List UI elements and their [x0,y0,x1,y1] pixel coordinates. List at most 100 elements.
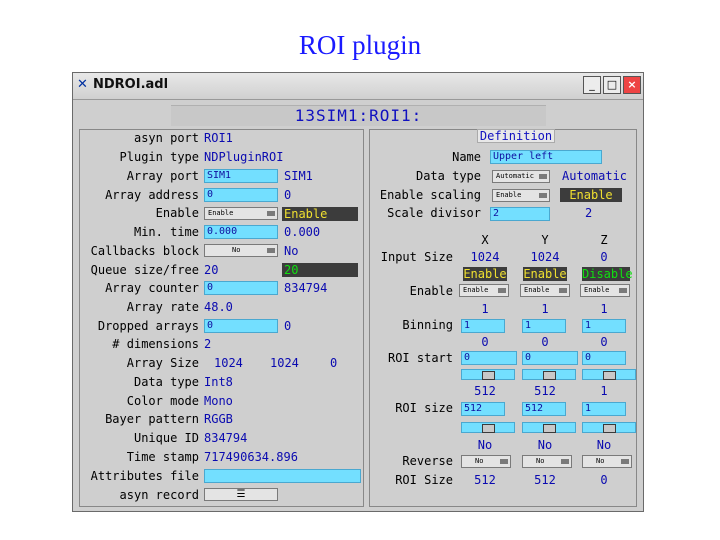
binning-input-y[interactable]: 1 [522,319,566,333]
scale-divisor-readback: 2 [585,206,593,220]
array-size-x: 1024 [214,356,243,370]
roi-size-slider-x[interactable] [461,422,515,433]
label-time-stamp: Time stamp [126,450,199,464]
label-asyn-record: asyn record [119,488,199,502]
enable-scaling-menu-value: Enable [496,191,522,199]
menu-arrow-icon [619,288,627,293]
roi-start-readback-z: 0 [600,335,608,349]
window-title: NDROI.adl [93,77,169,92]
enable-menu-x[interactable]: Enable [459,284,509,297]
label-min-time: Min. time [133,225,199,239]
asyn-record-button[interactable]: ☰ [204,488,278,501]
roi-start-slider-x[interactable] [461,369,515,380]
enable-status-y: Enable [523,267,567,281]
roi-data-type-menu[interactable]: Automatic [492,170,550,183]
reverse-menu-y[interactable]: No [522,455,572,468]
roi-size-slider-y[interactable] [522,422,576,433]
enable-menu-z[interactable]: Enable [580,284,630,297]
menu-arrow-icon [267,211,275,216]
label-array-counter: Array counter [105,281,199,295]
data-type-readback: Int8 [204,375,233,389]
min-time-input[interactable]: 0.000 [204,225,278,239]
slider-knob[interactable] [603,371,616,380]
axis-x-header: X [481,233,489,247]
enable-menu-z-value: Enable [584,286,610,294]
scale-divisor-input[interactable]: 2 [490,207,550,221]
enable-menu-value: Enable [208,209,234,217]
definition-header: Definition [477,129,555,143]
roi-size-readback-z: 1 [600,384,608,398]
reverse-readback-y: No [537,438,553,452]
enable-scaling-menu[interactable]: Enable [492,189,550,202]
roi-start-input-z[interactable]: 0 [582,351,626,365]
array-port-input[interactable]: SIM1 [204,169,278,183]
ndroi-window: ✕ NDROI.adl _ □ × 13SIM1:ROI1: asyn port… [72,72,644,512]
label-unique-id: Unique ID [133,431,199,445]
roi-start-slider-y[interactable] [522,369,576,380]
reverse-menu-z[interactable]: No [582,455,632,468]
slider-knob[interactable] [603,424,616,433]
min-time-readback: 0.000 [284,225,321,239]
slider-knob[interactable] [543,371,556,380]
menu-arrow-icon [539,174,547,179]
input-size-y: 1024 [530,250,560,264]
roi-size-out-z: 0 [600,473,608,487]
enable-menu-y[interactable]: Enable [520,284,570,297]
array-address-input[interactable]: 0 [204,188,278,202]
roi-size-input-z[interactable]: 1 [582,402,626,416]
dropped-arrays-input[interactable]: 0 [204,319,278,333]
roi-start-input-x[interactable]: 0 [461,351,517,365]
label-roi-data-type: Data type [415,169,481,183]
array-rate-readback: 48.0 [204,300,233,314]
reverse-menu-x-value: No [475,457,484,465]
axis-z-header: Z [600,233,608,247]
roi-size-out-x: 512 [474,473,496,487]
close-button[interactable]: × [623,76,641,94]
label-plugin-type: Plugin type [119,150,199,164]
roi-size-slider-z[interactable] [582,422,636,433]
enable-menu-x-value: Enable [463,286,489,294]
label-reverse: Reverse [402,454,453,468]
roi-size-input-x[interactable]: 512 [461,402,505,416]
callbacks-block-menu[interactable]: No [204,244,278,257]
attributes-file-input[interactable] [204,469,361,483]
roi-size-readback-y: 512 [534,384,556,398]
slider-knob[interactable] [482,371,495,380]
slider-knob[interactable] [482,424,495,433]
label-data-type: Data type [133,375,199,389]
reverse-menu-x[interactable]: No [461,455,511,468]
menu-arrow-icon [559,288,567,293]
maximize-button[interactable]: □ [603,76,621,94]
array-counter-input[interactable]: 0 [204,281,278,295]
binning-input-x[interactable]: 1 [461,319,505,333]
array-size-y: 1024 [270,356,299,370]
binning-input-z[interactable]: 1 [582,319,626,333]
minimize-button[interactable]: _ [583,76,601,94]
slider-knob[interactable] [543,424,556,433]
label-dropped-arrays: Dropped arrays [97,319,199,333]
roi-start-slider-z[interactable] [582,369,636,380]
roi-start-input-y[interactable]: 0 [522,351,578,365]
roi-start-readback-y: 0 [541,335,549,349]
enable-menu[interactable]: Enable [204,207,278,220]
window-titlebar[interactable]: ✕ NDROI.adl _ □ × [73,73,643,100]
label-enable-scaling: Enable scaling [379,188,481,202]
reverse-readback-x: No [477,438,493,452]
roi-size-input-y[interactable]: 512 [522,402,566,416]
queue-free-readback: 20 [282,263,358,277]
label-dimensions: # dimensions [112,337,199,351]
label-array-size: Array Size [126,356,199,370]
dropped-arrays-readback: 0 [284,319,292,333]
binning-readback-z: 1 [600,302,608,316]
label-binning: Binning [402,318,453,332]
enable-status-z: Disable [582,267,633,281]
array-size-z: 0 [330,356,338,370]
enable-readback: Enable [282,207,358,221]
label-asyn-port: asyn port [133,131,199,145]
roi-name-input[interactable]: Upper left [490,150,602,164]
pv-prefix: 13SIM1:ROI1: [294,106,423,125]
reverse-menu-z-value: No [596,457,605,465]
menu-arrow-icon [267,248,275,253]
axis-y-header: Y [541,233,549,247]
label-roi-start: ROI start [387,351,453,365]
